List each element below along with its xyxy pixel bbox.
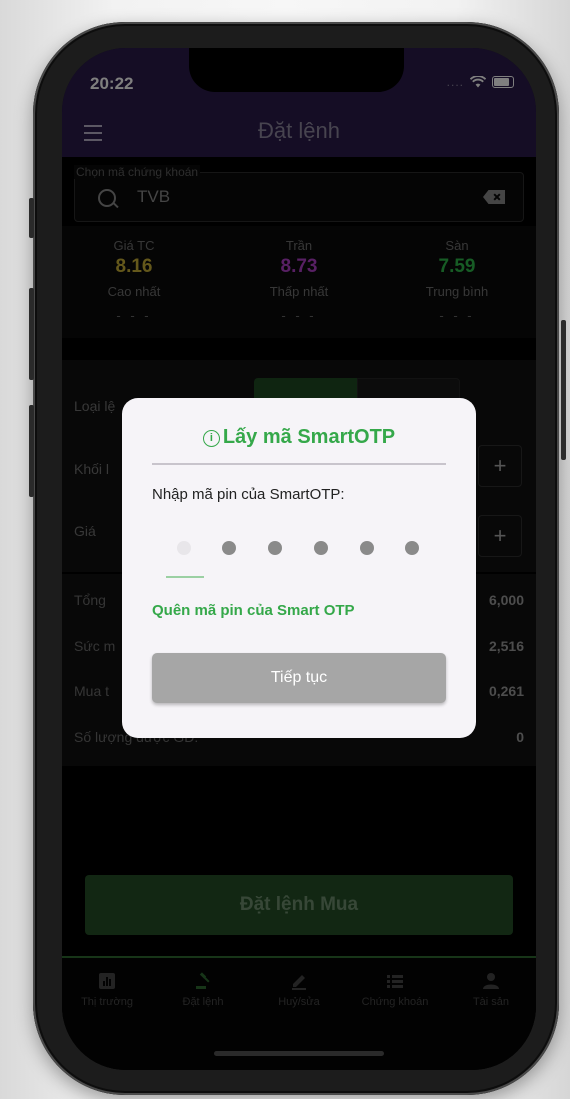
- dialog-divider: [152, 463, 446, 465]
- dialog-title-text: Lấy mã SmartOTP: [222, 426, 396, 448]
- mute-switch: [29, 198, 34, 238]
- volume-up-button: [29, 288, 34, 380]
- pin-digit-1[interactable]: [177, 541, 191, 555]
- volume-down-button: [29, 405, 34, 497]
- pin-digit-3[interactable]: [268, 541, 282, 555]
- smartotp-dialog: i Lấy mã SmartOTP Nhập mã pin của SmartOT…: [122, 398, 476, 738]
- continue-button[interactable]: Tiếp tục: [152, 653, 446, 703]
- info-icon: i: [202, 430, 220, 447]
- pin-digit-5[interactable]: [360, 541, 374, 555]
- pin-digit-2[interactable]: [222, 541, 236, 555]
- app-screen: 20:22 .... Đặt lệnh Chọn mã chứng khoán …: [62, 48, 536, 1070]
- dialog-title: i Lấy mã SmartOTP: [122, 426, 476, 449]
- pin-digit-4[interactable]: [314, 541, 328, 555]
- power-button: [561, 320, 566, 460]
- pin-prompt: Nhập mã pin của SmartOTP:: [152, 486, 345, 503]
- pin-input-cursor: [166, 576, 204, 578]
- forgot-pin-link[interactable]: Quên mã pin của Smart OTP: [152, 602, 355, 619]
- pin-digit-6[interactable]: [405, 541, 419, 555]
